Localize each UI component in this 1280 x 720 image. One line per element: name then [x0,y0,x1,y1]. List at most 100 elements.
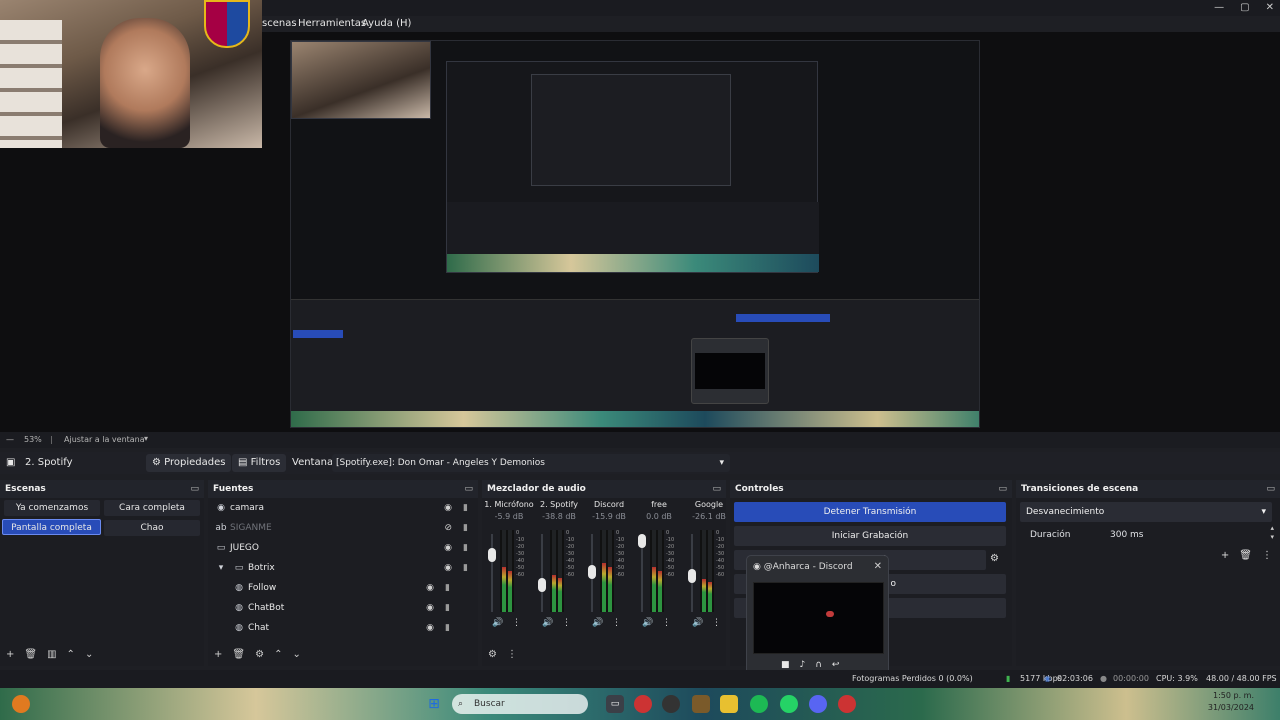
gear-icon[interactable]: ⚙ [990,553,999,564]
discord-icon[interactable] [809,695,827,713]
eye-hidden-icon[interactable]: ⊘ [444,518,452,538]
scene-ya-comenzamos[interactable]: Ya comenzamos [4,500,100,516]
eye-icon[interactable]: ◉ [444,538,452,558]
source-row-botrix[interactable]: ▾ ▭ Botrix ◉ ▮ [212,558,476,578]
lock-icon[interactable]: ▮ [445,618,450,638]
lock-icon[interactable]: ▮ [463,498,468,518]
source-row-chatbot[interactable]: ◍ ChatBot ◉ ▮ [212,598,458,618]
chevron-down-icon[interactable]: ▾ [212,558,230,578]
gear-icon[interactable]: ⚙ [488,646,497,664]
scene-cara-completa[interactable]: Cara completa [104,500,200,516]
speaker-icon[interactable]: 🔊 [692,618,703,628]
taskbar-search[interactable]: ⌕ Buscar [452,694,588,714]
start-recording-button[interactable]: Iniciar Grabación [734,526,1006,546]
scene-pantalla-completa[interactable]: Pantalla completa [2,519,101,535]
program-preview[interactable] [290,40,980,428]
filter-icon[interactable]: ▥ [47,646,56,664]
more-icon[interactable]: ⋮ [712,618,721,628]
close-icon[interactable]: ✕ [874,561,882,572]
scene-chao[interactable]: Chao [104,520,200,536]
speaker-icon[interactable]: 🔊 [592,618,603,628]
chrome-icon[interactable] [634,695,652,713]
dock-menu-icon[interactable]: ▭ [190,480,199,498]
menu-tools[interactable]: Herramientas [298,16,366,32]
add-icon[interactable]: + [1221,550,1229,561]
more-icon[interactable]: ⋮ [612,618,621,628]
down-icon[interactable]: ⌄ [292,646,300,664]
source-row-camara[interactable]: ◉ camara ◉ ▮ [212,498,476,518]
taskbar-clock[interactable]: 1:50 p. m. 31/03/2024 [1208,690,1254,714]
speaker-icon[interactable]: 🔊 [492,618,503,628]
down-icon[interactable]: ⌄ [85,646,93,664]
whatsapp-icon[interactable] [780,695,798,713]
eye-icon[interactable]: ◉ [444,498,452,518]
volume-fader[interactable] [588,534,596,612]
chrome-icon[interactable] [838,695,856,713]
maximize-icon[interactable]: ▢ [1240,0,1249,16]
lock-icon[interactable]: ▮ [463,518,468,538]
more-icon[interactable]: ⋮ [562,618,571,628]
add-icon[interactable]: + [214,646,222,664]
speaker-icon[interactable]: 🔊 [642,618,653,628]
source-row-chat[interactable]: ◍ Chat ◉ ▮ [212,618,458,638]
volume-fader[interactable] [638,534,646,612]
fit-window-label[interactable]: Ajustar a la ventana [64,435,145,444]
app-icon[interactable] [692,695,710,713]
gear-icon[interactable]: ⚙ [255,646,264,664]
window-select[interactable]: [Spotify.exe]: Don Omar - Angeles Y Demo… [332,454,730,472]
chevron-down-icon[interactable]: ▾ [144,434,148,443]
eye-icon[interactable]: ◉ [426,578,434,598]
discord-popup[interactable]: ◉ @Anharca - Discord ✕ ■ ♪ ∩ ↩ [746,555,889,679]
minimize-icon[interactable]: — [1214,0,1224,16]
trash-icon[interactable]: 🗑 [1239,550,1252,561]
more-icon[interactable]: ⋮ [512,618,521,628]
folder-icon[interactable] [720,695,738,713]
firefox-icon[interactable] [12,695,30,713]
trash-icon[interactable]: 🗑 [232,646,245,664]
menu-scenes[interactable]: scenas [262,16,297,32]
lock-icon[interactable]: ▮ [463,538,468,558]
return-icon[interactable]: ↩ [832,660,840,670]
volume-fader[interactable] [688,534,696,612]
mic-icon[interactable]: ♪ [800,660,806,670]
dock-menu-icon[interactable]: ▭ [998,480,1007,498]
spin-icon[interactable]: ▴ ▾ [1270,524,1274,542]
windows-start-icon[interactable]: ⊞ [425,695,443,713]
dock-menu-icon[interactable]: ▭ [464,480,473,498]
properties-button[interactable]: ⚙ Propiedades [146,454,232,472]
up-icon[interactable]: ⌃ [67,646,75,664]
channel-name: 1. Micrófono [484,500,534,509]
eye-icon[interactable]: ◉ [426,618,434,638]
eye-icon[interactable]: ◉ [444,558,452,578]
lock-icon[interactable]: ▮ [463,558,468,578]
up-icon[interactable]: ⌃ [274,646,282,664]
close-icon[interactable]: ✕ [1266,0,1274,16]
duration-value[interactable]: 300 ms [1110,530,1144,540]
dock-menu-icon[interactable]: ▭ [712,480,721,498]
headphones-icon[interactable]: ∩ [815,660,822,670]
dock-menu-icon[interactable]: ▭ [1266,480,1275,498]
lock-icon[interactable]: ▮ [445,598,450,618]
source-row-siganme[interactable]: ab SIGANME ⊘ ▮ [212,518,476,538]
more-icon[interactable]: ⋮ [1262,550,1272,561]
stop-stream-button[interactable]: Detener Transmisión [734,502,1006,522]
source-row-follow[interactable]: ◍ Follow ◉ ▮ [212,578,458,598]
transition-select[interactable]: Desvanecimiento ▾ [1020,502,1272,522]
more-icon[interactable]: ⋮ [507,646,517,664]
task-view-icon[interactable]: ▭ [606,695,624,713]
source-row-juego[interactable]: ▭ JUEGO ◉ ▮ [212,538,476,558]
eye-icon[interactable]: ◉ [426,598,434,618]
lock-icon[interactable]: ▮ [445,578,450,598]
trash-icon[interactable]: 🗑 [24,646,37,664]
speaker-icon[interactable]: 🔊 [542,618,553,628]
zoom-minus-icon[interactable]: — [6,435,14,444]
menu-help[interactable]: Ayuda (H) [362,16,411,32]
camera-icon[interactable]: ■ [781,660,790,670]
spotify-icon[interactable] [750,695,768,713]
add-icon[interactable]: + [6,646,14,664]
filters-button[interactable]: ▤ Filtros [232,454,287,472]
obs-icon[interactable] [662,695,680,713]
volume-fader[interactable] [488,534,496,612]
volume-fader[interactable] [538,534,546,612]
more-icon[interactable]: ⋮ [662,618,671,628]
